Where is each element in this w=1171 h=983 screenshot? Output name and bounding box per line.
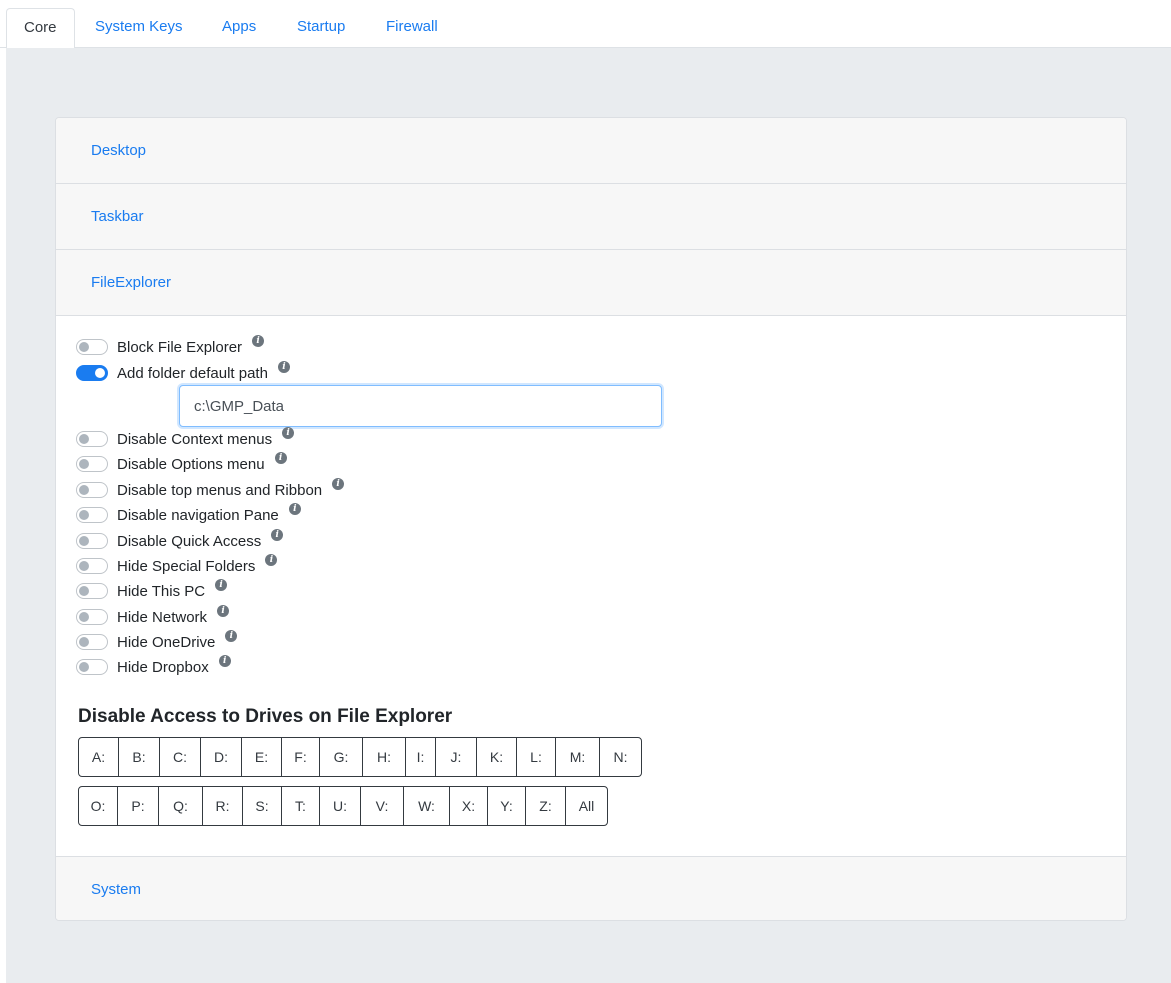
option-label: Disable Context menus bbox=[117, 430, 273, 448]
tab-content-panel: Desktop Taskbar FileExplorer Block File … bbox=[6, 48, 1171, 983]
info-icon[interactable]: i bbox=[217, 605, 230, 617]
tab-bar: Core System Keys Apps Startup Firewall bbox=[0, 0, 1171, 49]
option-label: Block File Explorer bbox=[117, 338, 243, 356]
info-icon[interactable]: i bbox=[288, 503, 301, 515]
option-label: Hide Special Folders bbox=[117, 557, 256, 575]
drive-button-group-row2: O: P: Q: R: S: T: U: V: W: X: Y: Z: All bbox=[78, 786, 608, 826]
option-hide-this-pc: Hide This PC i bbox=[76, 579, 228, 602]
tab-startup[interactable]: Startup bbox=[280, 8, 362, 48]
info-icon[interactable]: i bbox=[332, 478, 345, 490]
toggle-switch[interactable] bbox=[76, 456, 108, 472]
drive-button-w[interactable]: W: bbox=[404, 787, 450, 825]
info-icon[interactable]: i bbox=[215, 579, 228, 591]
drive-button-g[interactable]: G: bbox=[320, 738, 363, 776]
option-label: Hide OneDrive bbox=[117, 633, 216, 651]
drive-button-s[interactable]: S: bbox=[243, 787, 282, 825]
drive-button-l[interactable]: L: bbox=[517, 738, 556, 776]
toggle-switch[interactable] bbox=[76, 339, 108, 355]
tab-firewall[interactable]: Firewall bbox=[369, 8, 455, 48]
option-hide-network: Hide Network i bbox=[76, 605, 230, 628]
option-disable-context-menus: Disable Context menus i bbox=[76, 427, 295, 450]
info-icon[interactable]: i bbox=[265, 554, 278, 566]
info-icon[interactable]: i bbox=[252, 335, 265, 347]
toggle-switch[interactable] bbox=[76, 365, 108, 381]
option-label: Hide Network bbox=[117, 608, 208, 626]
drive-button-o[interactable]: O: bbox=[79, 787, 118, 825]
toggle-switch[interactable] bbox=[76, 482, 108, 498]
option-label: Hide This PC bbox=[117, 582, 206, 600]
option-disable-options-menu: Disable Options menu i bbox=[76, 452, 287, 475]
drive-button-y[interactable]: Y: bbox=[488, 787, 526, 825]
toggle-switch[interactable] bbox=[76, 634, 108, 650]
option-hide-dropbox: Hide Dropbox i bbox=[76, 655, 231, 678]
default-path-input[interactable] bbox=[179, 385, 662, 427]
drive-button-z[interactable]: Z: bbox=[526, 787, 566, 825]
option-block-file-explorer: Block File Explorer i bbox=[76, 335, 265, 358]
drive-button-f[interactable]: F: bbox=[282, 738, 320, 776]
drives-section-title: Disable Access to Drives on File Explore… bbox=[78, 706, 453, 727]
drive-button-a[interactable]: A: bbox=[79, 738, 119, 776]
accordion-link-taskbar[interactable]: Taskbar bbox=[91, 184, 144, 250]
info-icon[interactable]: i bbox=[271, 529, 284, 541]
accordion-header-system[interactable]: System bbox=[56, 856, 1126, 920]
drive-button-group-row1: A: B: C: D: E: F: G: H: I: J: K: L: M: N… bbox=[78, 737, 642, 777]
tab-system-keys[interactable]: System Keys bbox=[78, 8, 200, 48]
option-hide-special-folders: Hide Special Folders i bbox=[76, 554, 278, 577]
info-icon[interactable]: i bbox=[282, 427, 295, 439]
option-disable-top-menus-ribbon: Disable top menus and Ribbon i bbox=[76, 478, 345, 501]
drive-button-e[interactable]: E: bbox=[242, 738, 282, 776]
fileexplorer-panel: Block File Explorer i Add folder default… bbox=[56, 316, 1126, 857]
option-hide-onedrive: Hide OneDrive i bbox=[76, 630, 238, 653]
accordion-header-fileexplorer[interactable]: FileExplorer bbox=[56, 250, 1126, 316]
option-label: Hide Dropbox bbox=[117, 658, 209, 676]
drive-button-x[interactable]: X: bbox=[450, 787, 488, 825]
option-label: Disable navigation Pane bbox=[117, 506, 279, 524]
option-add-folder-default-path: Add folder default path i bbox=[76, 361, 290, 384]
drive-button-k[interactable]: K: bbox=[477, 738, 517, 776]
drive-button-c[interactable]: C: bbox=[160, 738, 201, 776]
drive-button-i[interactable]: I: bbox=[406, 738, 436, 776]
toggle-switch[interactable] bbox=[76, 609, 108, 625]
toggle-switch[interactable] bbox=[76, 659, 108, 675]
drive-button-j[interactable]: J: bbox=[436, 738, 477, 776]
accordion-link-fileexplorer[interactable]: FileExplorer bbox=[91, 250, 171, 316]
drive-button-r[interactable]: R: bbox=[203, 787, 243, 825]
drive-button-n[interactable]: N: bbox=[600, 738, 641, 776]
accordion-header-taskbar[interactable]: Taskbar bbox=[56, 184, 1126, 250]
tab-apps[interactable]: Apps bbox=[205, 8, 273, 48]
toggle-switch[interactable] bbox=[76, 558, 108, 574]
info-icon[interactable]: i bbox=[277, 361, 290, 373]
option-label: Disable Quick Access bbox=[117, 532, 262, 550]
drive-button-q[interactable]: Q: bbox=[159, 787, 203, 825]
drive-button-t[interactable]: T: bbox=[282, 787, 320, 825]
info-icon[interactable]: i bbox=[274, 452, 287, 464]
option-disable-quick-access: Disable Quick Access i bbox=[76, 529, 284, 552]
tab-core[interactable]: Core bbox=[6, 8, 75, 49]
drive-button-m[interactable]: M: bbox=[556, 738, 600, 776]
drive-button-b[interactable]: B: bbox=[119, 738, 160, 776]
toggle-switch[interactable] bbox=[76, 533, 108, 549]
toggle-switch[interactable] bbox=[76, 507, 108, 523]
settings-accordion: Desktop Taskbar FileExplorer Block File … bbox=[55, 117, 1127, 921]
drive-button-all[interactable]: All bbox=[566, 787, 607, 825]
info-icon[interactable]: i bbox=[225, 630, 238, 642]
drive-button-u[interactable]: U: bbox=[320, 787, 361, 825]
option-label: Add folder default path bbox=[117, 364, 268, 382]
accordion-header-desktop[interactable]: Desktop bbox=[56, 118, 1126, 184]
drive-button-h[interactable]: H: bbox=[363, 738, 406, 776]
accordion-link-system[interactable]: System bbox=[91, 857, 141, 920]
info-icon[interactable]: i bbox=[218, 655, 231, 667]
accordion-link-desktop[interactable]: Desktop bbox=[91, 118, 146, 184]
toggle-switch[interactable] bbox=[76, 431, 108, 447]
option-label: Disable top menus and Ribbon bbox=[117, 481, 323, 499]
drive-button-d[interactable]: D: bbox=[201, 738, 242, 776]
option-label: Disable Options menu bbox=[117, 455, 265, 473]
drive-button-v[interactable]: V: bbox=[361, 787, 404, 825]
toggle-switch[interactable] bbox=[76, 583, 108, 599]
option-disable-navigation-pane: Disable navigation Pane i bbox=[76, 503, 301, 526]
drive-button-p[interactable]: P: bbox=[118, 787, 159, 825]
